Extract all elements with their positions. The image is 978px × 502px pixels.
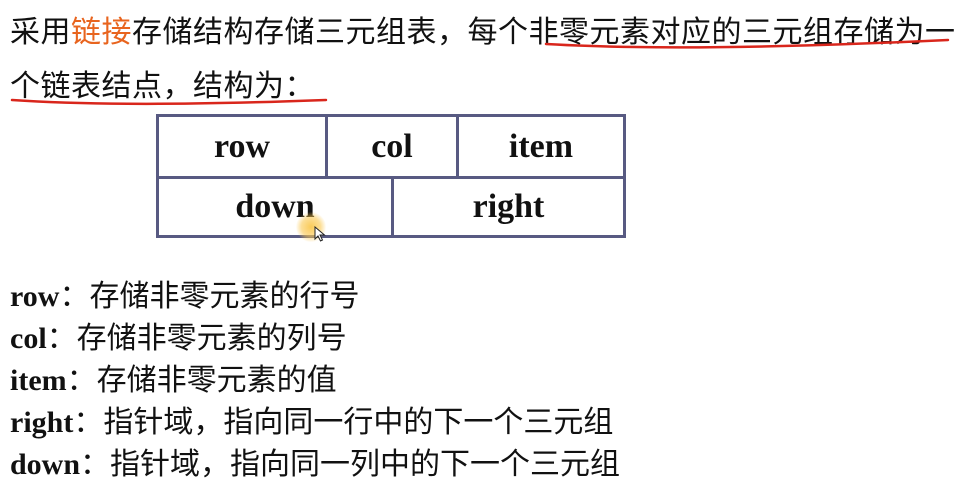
node-cell-row: row	[159, 117, 328, 176]
field-name: col	[10, 322, 47, 355]
field-sep: ：	[59, 279, 90, 314]
mouse-pointer-icon	[314, 226, 326, 242]
field-item-item: item：存储非零元素的值	[10, 360, 620, 402]
field-sep: ：	[46, 321, 77, 356]
field-desc: 指针域，指向同一列中的下一个三元组	[110, 447, 621, 482]
field-name: row	[10, 280, 60, 313]
node-cell-down: down	[159, 179, 394, 235]
intro-suffix: ，结构为：	[162, 69, 315, 104]
node-row-bottom: down right	[159, 179, 623, 235]
field-desc: 存储非零元素的列号	[76, 321, 347, 356]
field-desc: 指针域，指向同一行中的下一个三元组	[103, 405, 614, 440]
field-item-row: row：存储非零元素的行号	[10, 276, 620, 318]
field-item-col: col：存储非零元素的列号	[10, 318, 620, 360]
field-description-list: row：存储非零元素的行号 col：存储非零元素的列号 item：存储非零元素的…	[10, 276, 620, 486]
field-name: right	[10, 406, 74, 439]
field-sep: ：	[66, 363, 97, 398]
field-item-right: right：指针域，指向同一行中的下一个三元组	[10, 402, 620, 444]
intro-paragraph: 采用链接存储结构存储三元组表，每个非零元素对应的三元组存储为一个链表结点，结构为…	[10, 6, 970, 114]
intro-highlight: 链接	[71, 15, 132, 50]
field-item-down: down：指针域，指向同一列中的下一个三元组	[10, 444, 620, 486]
intro-middle: 存储结构存储三元组表，	[132, 15, 468, 50]
intro-underlined-1: 每个非零元素对应的三元组	[467, 15, 834, 50]
field-desc: 存储非零元素的值	[96, 363, 337, 398]
field-sep: ：	[80, 447, 111, 482]
node-cell-right: right	[472, 188, 545, 225]
node-cell-col: col	[328, 117, 459, 176]
field-desc: 存储非零元素的行号	[89, 279, 360, 314]
field-sep: ：	[73, 405, 104, 440]
node-row-top: row col item	[159, 117, 623, 179]
linked-node-structure-table: row col item down right	[156, 114, 626, 238]
field-name: down	[10, 448, 81, 481]
node-cell-item: item	[508, 127, 574, 165]
field-name: item	[10, 364, 67, 397]
intro-prefix: 采用	[10, 15, 71, 50]
